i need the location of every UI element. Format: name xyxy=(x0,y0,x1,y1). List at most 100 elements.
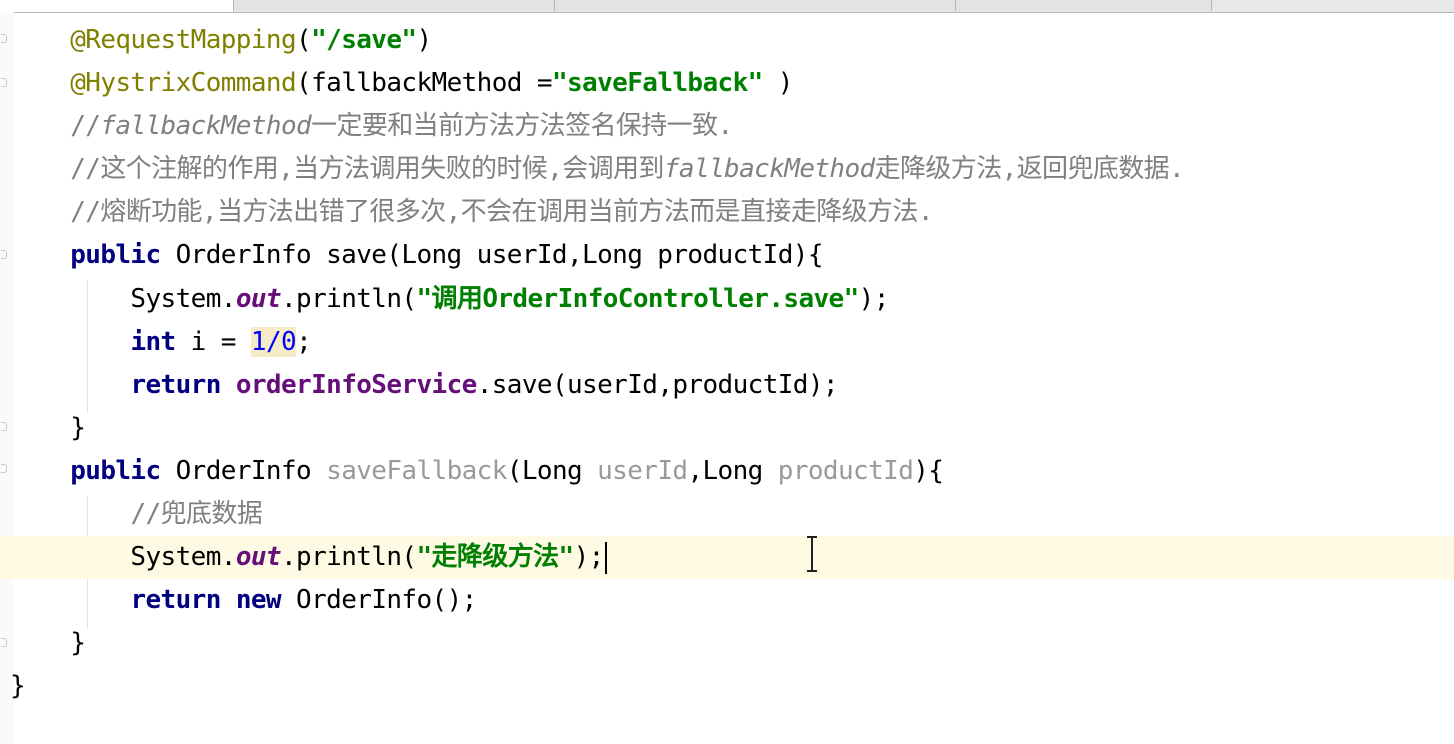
code-token: "/save" xyxy=(311,25,417,55)
code-token: ( xyxy=(296,25,312,55)
code-token: ) xyxy=(762,68,794,99)
code-token: orderInfoService xyxy=(235,369,477,400)
text-caret xyxy=(604,541,607,574)
code-token: saveFallback xyxy=(326,455,507,486)
code-token: @RequestMapping xyxy=(70,25,297,55)
code-line-text: } xyxy=(10,407,86,450)
editor-tab[interactable] xyxy=(555,0,956,11)
code-token: //兜底数据 xyxy=(130,499,263,530)
code-token: } xyxy=(10,671,26,702)
text-cursor-ibeam-icon xyxy=(807,536,817,572)
editor-tab-bar xyxy=(0,0,1454,13)
code-line[interactable]: @HystrixCommand(fallbackMethod ="saveFal… xyxy=(0,62,1454,105)
code-line-text: System.out.println("走降级方法"); xyxy=(10,536,607,579)
code-line-text: //熔断功能,当方法出错了很多次,不会在调用当前方法而是直接走降级方法. xyxy=(10,191,933,234)
code-token: i = xyxy=(175,326,251,357)
code-line[interactable]: public OrderInfo save(Long userId,Long p… xyxy=(0,234,1454,277)
code-token: ); xyxy=(573,542,605,573)
code-line[interactable]: } xyxy=(0,622,1454,665)
code-editor[interactable]: @RequestMapping("/save") @HystrixCommand… xyxy=(0,19,1454,709)
code-line-text: System.out.println("调用OrderInfoControlle… xyxy=(10,278,889,321)
code-line[interactable]: } xyxy=(0,665,1454,708)
code-token: "走降级方法" xyxy=(416,542,574,573)
code-token: OrderInfo xyxy=(160,455,327,486)
code-token: } xyxy=(10,628,86,659)
code-token: productId xyxy=(777,455,914,486)
code-token: ; xyxy=(296,326,312,357)
code-line-text: @RequestMapping("/save") xyxy=(10,19,432,62)
code-token: 走降级方法,返回兜底数据. xyxy=(874,154,1185,185)
code-token: //熔断功能,当方法出错了很多次,不会在调用当前方法而是直接走降级方法. xyxy=(70,197,933,228)
code-line-text: //fallbackMethod一定要和当前方法方法签名保持一致. xyxy=(10,105,733,148)
editor-tab[interactable] xyxy=(234,0,555,11)
code-token: public xyxy=(70,455,161,486)
code-token: //这个注解的作用,当方法调用失败的时候,会调用到 xyxy=(70,154,664,185)
code-token: ,Long xyxy=(687,455,778,486)
code-line-text: //这个注解的作用,当方法调用失败的时候,会调用到fallbackMethod走… xyxy=(10,148,1184,191)
code-token: int xyxy=(130,326,176,357)
code-line-text: return orderInfoService.save(userId,prod… xyxy=(10,364,838,407)
code-token: return xyxy=(130,369,221,400)
editor-tab[interactable] xyxy=(956,0,1212,11)
code-line[interactable]: public OrderInfo saveFallback(Long userI… xyxy=(0,450,1454,493)
code-token: 一定要和当前方法方法签名保持一致. xyxy=(311,111,733,142)
code-token: "调用OrderInfoController.save" xyxy=(416,283,859,314)
code-token: "saveFallback" xyxy=(551,68,763,99)
code-token: (fallbackMethod = xyxy=(296,68,553,99)
code-line[interactable]: return orderInfoService.save(userId,prod… xyxy=(0,364,1454,407)
code-line[interactable]: //fallbackMethod一定要和当前方法方法签名保持一致. xyxy=(0,105,1454,148)
code-token: new xyxy=(235,585,282,616)
code-line[interactable]: int i = 1/0; xyxy=(0,321,1454,364)
code-token: System. xyxy=(10,283,236,314)
code-line-text: public OrderInfo saveFallback(Long userI… xyxy=(10,450,944,493)
code-line-text: //兜底数据 xyxy=(10,493,262,536)
code-token: OrderInfo(); xyxy=(281,585,477,616)
code-token: OrderInfo save(Long userId,Long productI… xyxy=(160,240,824,271)
code-token: .println( xyxy=(280,283,417,314)
code-token: ); xyxy=(858,283,890,314)
code-line[interactable]: System.out.println("走降级方法"); xyxy=(0,536,1454,580)
code-token: } xyxy=(10,412,86,443)
code-token: fallbackMethod xyxy=(100,111,312,142)
code-token: .println( xyxy=(280,542,417,573)
code-token: // xyxy=(70,111,101,142)
editor-tab-active[interactable] xyxy=(0,0,234,12)
code-token: return xyxy=(130,585,221,616)
code-line[interactable]: System.out.println("调用OrderInfoControlle… xyxy=(0,278,1454,321)
code-line-text: int i = 1/0; xyxy=(10,321,312,364)
code-line[interactable]: //兜底数据 xyxy=(0,493,1454,536)
code-token: System. xyxy=(10,542,236,573)
code-token: userId xyxy=(597,455,688,486)
code-line[interactable]: return new OrderInfo(); xyxy=(0,579,1454,622)
code-token: @HystrixCommand xyxy=(70,68,297,99)
code-line[interactable]: //熔断功能,当方法出错了很多次,不会在调用当前方法而是直接走降级方法. xyxy=(0,191,1454,234)
code-line[interactable]: //这个注解的作用,当方法调用失败的时候,会调用到fallbackMethod走… xyxy=(0,148,1454,191)
code-token: (Long xyxy=(506,455,598,486)
code-line-text: return new OrderInfo(); xyxy=(10,579,477,622)
code-line-text: public OrderInfo save(Long userId,Long p… xyxy=(10,234,823,277)
code-token: ) xyxy=(416,25,432,55)
code-line-text: @HystrixCommand(fallbackMethod ="saveFal… xyxy=(10,62,793,105)
code-token: fallbackMethod xyxy=(663,154,875,185)
code-line-text: } xyxy=(10,665,26,708)
code-token: public xyxy=(70,240,161,271)
code-token: .save(userId,productId); xyxy=(476,369,839,400)
code-line[interactable]: } xyxy=(0,407,1454,450)
code-token: 1/0 xyxy=(250,326,297,357)
code-line-text: } xyxy=(10,622,86,665)
code-token: out xyxy=(235,542,282,573)
code-line[interactable]: @RequestMapping("/save") xyxy=(0,19,1454,62)
